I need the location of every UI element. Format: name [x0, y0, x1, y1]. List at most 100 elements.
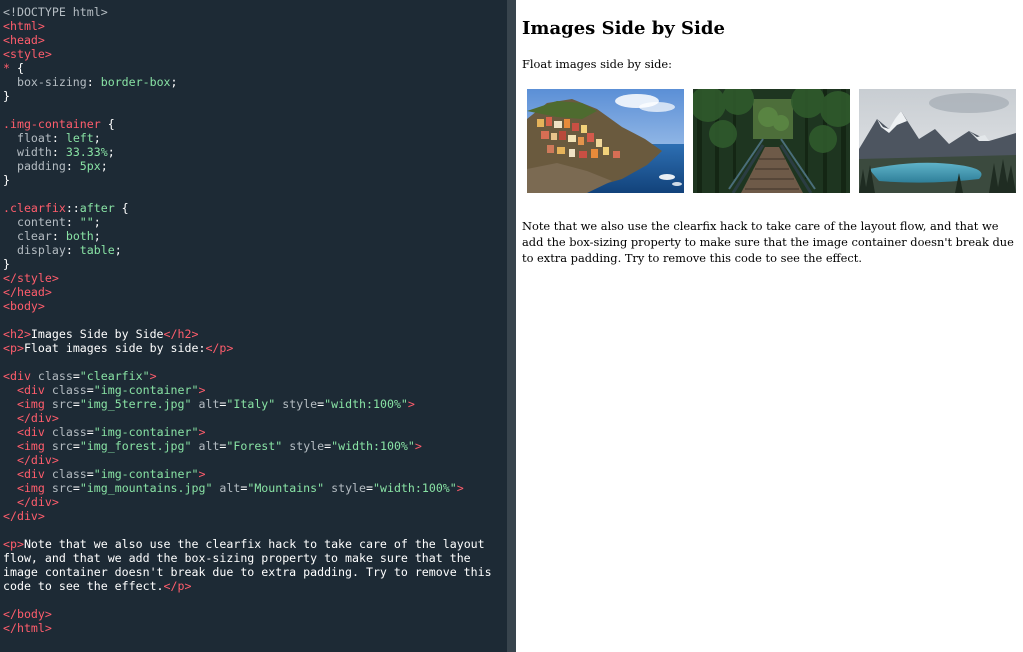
mountains-image	[859, 89, 1016, 193]
code-line[interactable]	[3, 313, 507, 327]
code-token: </p>	[205, 341, 234, 355]
code-line[interactable]	[3, 355, 507, 369]
code-token: "clearfix"	[79, 369, 150, 383]
code-token: "Italy"	[226, 397, 276, 411]
code-token: width	[3, 145, 52, 159]
code-token: src	[51, 481, 73, 495]
pane-divider[interactable]	[507, 0, 516, 652]
code-line[interactable]: }	[3, 173, 507, 187]
code-line[interactable]: .img-container {	[3, 117, 507, 131]
image-gallery	[522, 84, 1020, 198]
code-token: :	[51, 131, 66, 145]
code-token: <html>	[3, 19, 45, 33]
code-token: >	[198, 425, 206, 439]
code-token: >	[149, 369, 157, 383]
code-token: </html>	[3, 621, 52, 635]
code-token: <img	[3, 481, 52, 495]
code-line[interactable]	[3, 103, 507, 117]
code-token: "width:100%"	[331, 439, 415, 453]
code-token: class	[51, 425, 87, 439]
code-line[interactable]: flow, and that we add the box-sizing pro…	[3, 551, 507, 565]
code-line[interactable]: display: table;	[3, 243, 507, 257]
code-token: =	[72, 369, 80, 383]
code-line[interactable]: </style>	[3, 271, 507, 285]
code-line[interactable]: }	[3, 257, 507, 271]
code-token: </div>	[3, 495, 59, 509]
code-token: </style>	[3, 271, 59, 285]
code-token: <p>	[3, 341, 24, 355]
code-line[interactable]: <body>	[3, 299, 507, 313]
code-token: }	[3, 173, 10, 187]
code-token: =	[366, 481, 373, 495]
code-line[interactable]: float: left;	[3, 131, 507, 145]
code-line[interactable]: </body>	[3, 607, 507, 621]
code-line[interactable]: </div>	[3, 411, 507, 425]
code-line[interactable]: <h2>Images Side by Side</h2>	[3, 327, 507, 341]
code-content[interactable]: <!DOCTYPE html> <html> <head> <style> * { bo…	[3, 5, 507, 635]
code-line[interactable]: * {	[3, 61, 507, 75]
code-token: src	[51, 397, 73, 411]
code-line[interactable]: clear: both;	[3, 229, 507, 243]
code-token: :	[65, 159, 80, 173]
code-line[interactable]: </div>	[3, 453, 507, 467]
code-line[interactable]: <p>Float images side by side:</p>	[3, 341, 507, 355]
code-token: <div	[3, 383, 52, 397]
code-line[interactable]: content: "";	[3, 215, 507, 229]
code-token: ;	[93, 131, 101, 145]
code-token: <head>	[3, 33, 45, 47]
code-token: .img-container	[3, 117, 108, 131]
code-token: content	[3, 215, 66, 229]
code-line[interactable]: <div class="img-container">	[3, 467, 507, 481]
code-line[interactable]: }	[3, 89, 507, 103]
code-token: alt	[191, 397, 220, 411]
code-line[interactable]: </div>	[3, 495, 507, 509]
code-line[interactable]: <head>	[3, 33, 507, 47]
code-line[interactable]: </div>	[3, 509, 507, 523]
code-token: =	[86, 383, 94, 397]
code-token: <img	[3, 397, 52, 411]
code-token: "img-container"	[93, 467, 199, 481]
code-line[interactable]	[3, 593, 507, 607]
code-token: ::	[65, 201, 80, 215]
code-line[interactable]: <div class="img-container">	[3, 425, 507, 439]
code-line[interactable]: <div class="clearfix">	[3, 369, 507, 383]
code-token: src	[51, 439, 73, 453]
code-line[interactable]	[3, 523, 507, 537]
code-token: }	[3, 89, 10, 103]
code-token: left	[65, 131, 94, 145]
img-container-mountains	[854, 84, 1020, 198]
code-token: Images Side by Side	[30, 327, 164, 341]
code-token: ;	[93, 215, 101, 229]
code-line[interactable]: image container doesn't break due to ext…	[3, 565, 507, 579]
code-token: ;	[114, 243, 122, 257]
code-token: class	[37, 369, 73, 383]
code-line[interactable]: <!DOCTYPE html>	[3, 5, 507, 19]
forest-image	[693, 89, 850, 193]
code-line[interactable]: code to see the effect.</p>	[3, 579, 507, 593]
code-token: style	[275, 397, 318, 411]
code-line[interactable]: padding: 5px;	[3, 159, 507, 173]
result-note: Note that we also use the clearfix hack …	[522, 219, 1014, 265]
code-line[interactable]: width: 33.33%;	[3, 145, 507, 159]
code-line[interactable]: <img src="img_mountains.jpg" alt="Mounta…	[3, 481, 507, 495]
code-token: "img_mountains.jpg"	[79, 481, 213, 495]
code-token: <!DOCTYPE html>	[3, 5, 108, 19]
code-line[interactable]: <p>Note that we also use the clearfix ha…	[3, 537, 507, 551]
code-line[interactable]: <div class="img-container">	[3, 383, 507, 397]
code-token: Note that we also use the clearfix hack …	[23, 537, 485, 551]
code-line[interactable]: </html>	[3, 621, 507, 635]
code-token: =	[72, 397, 80, 411]
code-line[interactable]: </head>	[3, 285, 507, 299]
code-token: box-sizing	[3, 75, 87, 89]
code-token: </div>	[3, 453, 59, 467]
code-editor[interactable]: <!DOCTYPE html> <html> <head> <style> * { bo…	[0, 0, 507, 652]
code-line[interactable]	[3, 187, 507, 201]
code-line[interactable]: <img src="img_5terre.jpg" alt="Italy" st…	[3, 397, 507, 411]
code-line[interactable]: <html>	[3, 19, 507, 33]
result-intro: Float images side by side:	[522, 57, 672, 71]
code-line[interactable]: box-sizing: border-box;	[3, 75, 507, 89]
code-line[interactable]: <style>	[3, 47, 507, 61]
code-token: >	[407, 397, 415, 411]
code-line[interactable]: .clearfix::after {	[3, 201, 507, 215]
code-line[interactable]: <img src="img_forest.jpg" alt="Forest" s…	[3, 439, 507, 453]
